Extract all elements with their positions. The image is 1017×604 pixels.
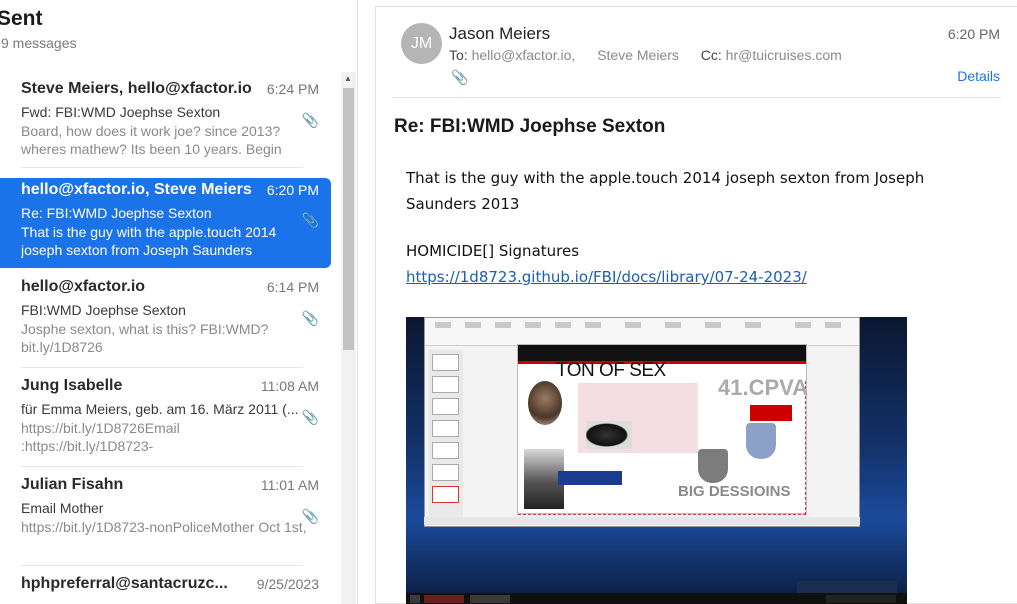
paperclip-icon: 📎 [301,112,319,128]
avatar: JM [401,23,442,64]
email-body-link[interactable]: https://1d8723.github.io/FBI/docs/librar… [406,268,807,286]
message-time: 11:08 AM [260,378,319,394]
message-time: 6:20 PM [947,26,1000,42]
to-recipient[interactable]: Steve Meiers [597,47,679,63]
slide-heading: TON OF SEX [556,360,666,381]
message-preview: Board, how does it work joe? since 2013?… [21,123,282,157]
bomb-image [586,421,632,449]
message-sender: hello@xfactor.io, Steve Meiers [21,181,252,198]
presentation-app-window: TON OF SEX 41.CPVA BIG DESSIOINS [424,317,860,527]
message-list-pane: Sent 9 messages Steve Meiers, hello@xfac… [0,0,358,604]
message-preview: https://bit.ly/1D8726Email :https://bit.… [21,420,229,457]
details-link[interactable]: Details [957,68,1000,84]
message-subject: Re: FBI:WMD Joephse Sexton [21,205,212,221]
list-item[interactable]: hphpreferral@santacruzc... 9/25/2023 [0,575,331,604]
paperclip-icon: 📎 [301,310,319,326]
message-subject: für Emma Meiers, geb. am 16. März 2011 (… [21,401,299,417]
message-sender: Steve Meiers, hello@xfactor.io [21,80,252,97]
list-item[interactable]: Jung Isabelle 11:08 AM für Emma Meiers, … [0,377,331,467]
portrait-photo [528,381,562,425]
message-sender: hello@xfactor.io [21,278,146,295]
app-ribbon [425,318,859,346]
list-item[interactable]: hello@xfactor.io 6:14 PM FBI:WMD Joephse… [0,278,331,368]
cc-recipient[interactable]: hr@tuicruises.com [726,47,842,63]
email-body-line: HOMICIDE[] Signatures [406,242,580,260]
message-sender: Julian Fisahn [21,476,124,493]
triangle-up-icon[interactable]: ▲ [344,74,352,83]
message-preview: That is the guy with the apple.touch 201… [21,224,277,258]
header-divider [392,97,1001,98]
message-list: Steve Meiers, hello@xfactor.io 6:24 PM F… [0,72,340,604]
list-divider [21,167,303,168]
paperclip-icon[interactable]: 📎 [451,69,468,86]
email-body-line: That is the guy with the apple.touch 201… [406,169,925,213]
slide-thumbnails [429,350,463,520]
folder-title: Sent [0,7,43,30]
message-sender: hphpreferral@santacruzc... [21,575,228,592]
embedded-screenshot-image[interactable]: TON OF SEX 41.CPVA BIG DESSIOINS [406,317,907,604]
reading-pane: JM Jason Meiers 6:20 PM To: hello@xfacto… [375,6,1017,604]
message-time: 6:14 PM [266,279,319,295]
message-time: 6:24 PM [266,81,319,97]
list-item[interactable]: Julian Fisahn 11:01 AM Email Mother 📎 ht… [0,476,331,566]
to-recipient[interactable]: hello@xfactor.io, [472,47,576,63]
message-time: 9/25/2023 [256,576,319,592]
message-time: 11:01 AM [260,477,319,493]
email-subject: Re: FBI:WMD Joephse Sexton [394,116,666,137]
list-item[interactable]: Steve Meiers, hello@xfactor.io 6:24 PM F… [0,80,331,168]
message-list-scrollbar[interactable]: ▲ [341,72,356,604]
list-divider [21,367,303,368]
paperclip-icon: 📎 [301,409,319,425]
message-subject: Fwd: FBI:WMD Joephse Sexton [21,104,221,120]
list-divider [21,466,303,467]
message-preview: Josphe sexton, what is this? FBI:WMD? bi… [21,321,269,355]
police-badge-icon [746,423,776,459]
list-divider [21,565,303,566]
paperclip-icon: 📎 [301,212,319,228]
police-badge-icon [698,449,728,483]
message-subject: FBI:WMD Joephse Sexton [21,302,186,318]
paperclip-icon: 📎 [301,508,319,524]
slide-heading: BIG DESSIOINS [678,483,791,500]
message-sender: Jung Isabelle [21,377,123,394]
app-status-bar [424,517,860,525]
message-time: 6:20 PM [266,182,319,198]
message-subject: Email Mother [21,500,104,516]
message-preview: https://bit.ly/1D8723-nonPoliceMother Oc… [21,519,307,535]
scrollbar-thumb[interactable] [343,88,354,350]
list-item-selected[interactable]: hello@xfactor.io, Steve Meiers 6:20 PM R… [0,178,331,268]
cc-label: Cc: [700,47,722,63]
slide-heading: 41.CPVA [718,375,809,400]
sender-name[interactable]: Jason Meiers [449,24,550,44]
taskbar [406,593,907,604]
to-label: To: [449,47,468,63]
slide-canvas: TON OF SEX 41.CPVA BIG DESSIOINS [517,344,809,515]
recipients-row: To: hello@xfactor.io, Steve Meiers Cc: h… [449,47,842,63]
message-count: 9 messages [1,35,77,51]
